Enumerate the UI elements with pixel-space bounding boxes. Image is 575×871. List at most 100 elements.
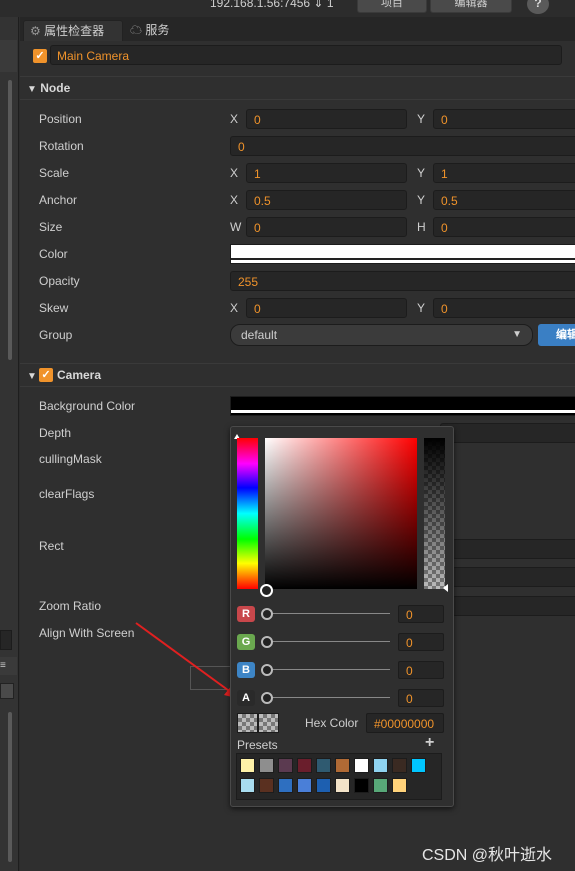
green-channel-input[interactable]: 0 [398,633,444,651]
preset-swatch[interactable] [392,758,407,773]
preset-swatch[interactable] [354,758,369,773]
alpha-channel-knob[interactable] [261,692,273,704]
clear-flags-label: clearFlags [39,487,95,501]
preset-swatch[interactable] [335,758,350,773]
left-scrollbar-2[interactable] [8,712,12,862]
preset-swatch[interactable] [240,778,255,793]
preset-swatch[interactable] [278,758,293,773]
skew-x-input[interactable]: 0 [246,298,407,318]
position-x-input[interactable]: 0 [246,109,407,129]
camera-section-header[interactable]: ▼ [20,363,575,387]
presets-row-1 [240,758,426,773]
depth-label: Depth [39,426,72,440]
red-channel-track[interactable] [266,613,390,614]
anchor-label: Anchor [39,193,78,207]
depth-input[interactable] [440,423,575,443]
node-name-input[interactable]: Main Camera [50,45,562,65]
scale-x-axis: X [230,166,239,180]
left-menu-icon[interactable]: ≡ [0,657,17,675]
zoom-ratio-input[interactable] [452,596,575,616]
preset-swatch[interactable] [297,778,312,793]
alpha-channel-input[interactable]: 0 [398,689,444,707]
alpha-channel-letter: A [242,692,250,704]
sv-cursor[interactable] [260,584,273,597]
tab-inspector[interactable]: ⚙ 属性检查器 [23,20,123,42]
preset-swatch[interactable] [316,758,331,773]
preset-swatch[interactable] [354,778,369,793]
preset-swatch[interactable] [335,778,350,793]
caret-down-icon: ▼ [27,371,37,382]
group-select[interactable]: default ▼ [230,324,533,346]
background-color-label: Background Color [39,399,136,413]
background-color-swatch[interactable] [230,396,575,416]
anchor-y-input[interactable]: 0.5 [433,190,575,210]
node-section-header[interactable]: ▼ Node [20,76,575,100]
editor-button[interactable]: 编辑器 [430,0,512,13]
opacity-input[interactable]: 255 [230,271,575,291]
left-dropdown-icon[interactable] [0,683,14,699]
edit-group-button[interactable]: 编辑 [538,324,575,346]
green-channel-track[interactable] [266,641,390,642]
scale-x-input[interactable]: 1 [246,163,407,183]
hue-slider[interactable] [237,438,258,589]
scale-y-input[interactable]: 1 [433,163,575,183]
skew-y-axis: Y [417,301,426,315]
preset-swatch[interactable] [240,758,255,773]
preset-swatch[interactable] [259,758,274,773]
node-active-checkbox[interactable]: ✓ [33,49,47,63]
rect-row2-input[interactable] [452,567,575,587]
preset-swatch[interactable] [316,778,331,793]
preset-swatch[interactable] [297,758,312,773]
anchor-y-axis: Y [417,193,426,207]
position-y-input[interactable]: 0 [433,109,575,129]
tab-services[interactable]: ☁ 服务 [130,20,200,41]
rotation-label: Rotation [39,139,84,153]
anchor-x-input[interactable]: 0.5 [246,190,407,210]
skew-label: Skew [39,301,69,315]
rotation-input[interactable]: 0 [230,136,575,156]
preset-swatch[interactable] [411,758,426,773]
rect-row1-input[interactable] [452,539,575,559]
camera-section-title: Camera [57,368,102,382]
hex-color-label: Hex Color [305,716,359,730]
preset-swatch[interactable] [259,778,274,793]
server-address: 192.168.1.56:7456 ⇓ 1 [210,0,334,10]
hex-color-input[interactable]: #00000000 [366,713,444,733]
align-with-screen-label: Align With Screen [39,626,135,640]
preset-swatch[interactable] [278,778,293,793]
anchor-x-axis: X [230,193,239,207]
camera-enabled-checkbox[interactable]: ✓ [39,368,53,382]
color-swatch-white[interactable] [230,244,575,264]
alpha-slider[interactable] [424,438,445,589]
blue-channel-track[interactable] [266,669,390,670]
red-channel-input[interactable]: 0 [398,605,444,623]
size-w-axis: W [230,220,242,234]
watermark: CSDN @秋叶逝水 [422,847,553,864]
left-dock-tab[interactable] [0,40,17,72]
skew-y-input[interactable]: 0 [433,298,575,318]
preset-swatch[interactable] [373,758,388,773]
alpha-channel-badge: A [237,690,255,706]
project-button[interactable]: 项目 [357,0,427,13]
size-h-input[interactable]: 0 [433,217,575,237]
alpha-channel-track[interactable] [266,697,390,698]
green-channel-knob[interactable] [261,636,273,648]
position-y-axis: Y [417,112,426,126]
blue-channel-knob[interactable] [261,664,273,676]
green-channel-badge: G [237,634,255,650]
red-channel-letter: R [242,608,250,620]
skew-x-axis: X [230,301,239,315]
preset-swatch[interactable] [373,778,388,793]
left-input-stub[interactable] [0,630,12,650]
red-channel-knob[interactable] [261,608,273,620]
dropdown-arrow-icon: ▼ [512,329,522,340]
preset-swatch[interactable] [392,778,407,793]
left-scrollbar[interactable] [8,80,12,360]
old-color-preview [237,713,258,733]
saturation-value-field[interactable] [265,438,417,589]
blue-channel-input[interactable]: 0 [398,661,444,679]
presets-row-2 [240,778,407,793]
node-section-title: Node [40,81,71,95]
add-preset-icon[interactable]: + [425,734,434,752]
size-w-input[interactable]: 0 [246,217,407,237]
